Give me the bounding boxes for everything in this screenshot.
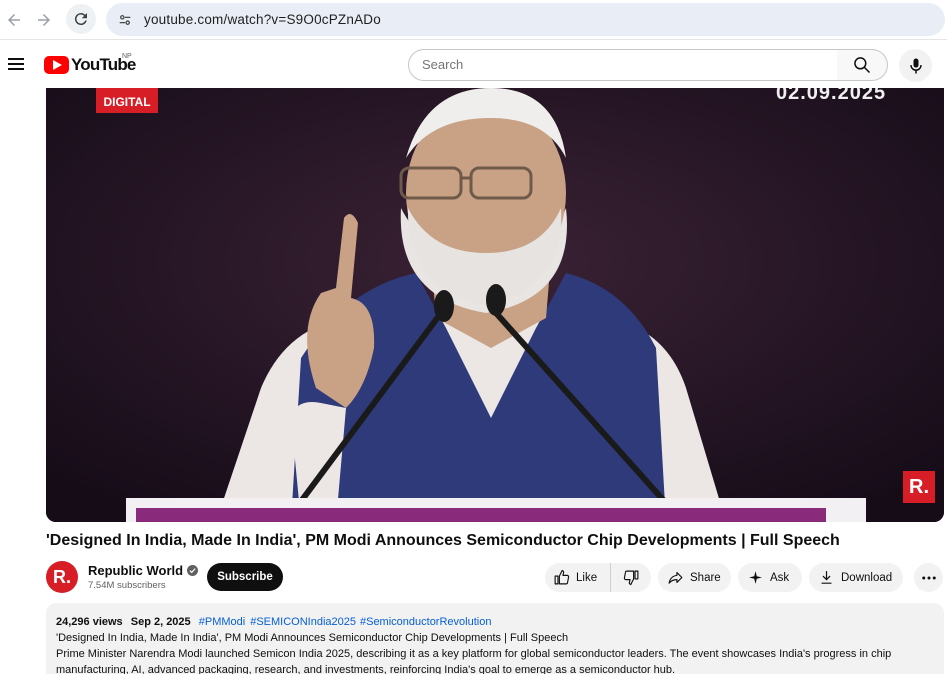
region-code: NP [122, 53, 132, 60]
search-box[interactable] [408, 49, 838, 81]
download-label: Download [841, 571, 893, 584]
hashtag-link[interactable]: #SEMICONIndia2025 [250, 616, 356, 628]
menu-button[interactable] [4, 52, 28, 76]
subscribe-button[interactable]: Subscribe [207, 563, 283, 591]
channel-avatar[interactable]: R. [46, 561, 78, 593]
verified-icon [187, 565, 199, 576]
ask-button[interactable]: Ask [738, 563, 802, 592]
back-button[interactable] [0, 7, 28, 33]
description-line-2: Prime Minister Narendra Modi launched Se… [56, 648, 892, 674]
search-icon [854, 57, 871, 74]
subscriber-count: 7.54M subscribers [88, 580, 166, 591]
like-button[interactable]: Like [545, 563, 611, 592]
upload-date: Sep 2, 2025 [130, 616, 191, 628]
sparkle-icon [749, 571, 762, 584]
browser-toolbar: youtube.com/watch?v=S9O0cPZnADo [0, 0, 947, 40]
youtube-masthead: YouTube NP [0, 40, 947, 88]
reload-button[interactable] [66, 4, 96, 34]
forward-button[interactable] [30, 7, 58, 33]
video-player[interactable]: DIGITAL 02.09.2025 R. [46, 88, 944, 522]
hashtag-link[interactable]: #SemiconductorRevolution [360, 616, 491, 628]
thumbs-up-icon [554, 569, 570, 585]
ask-label: Ask [770, 571, 790, 584]
view-count: 24,296 views [56, 616, 123, 628]
channel-bug-logo: DIGITAL [96, 88, 158, 113]
corner-watermark: R. [903, 471, 935, 503]
tune-icon[interactable] [114, 9, 136, 31]
share-button[interactable]: Share [658, 563, 731, 592]
channel-name-row[interactable]: Republic World [88, 563, 199, 578]
hashtag-link[interactable]: #PMModi [199, 616, 245, 628]
address-bar[interactable]: youtube.com/watch?v=S9O0cPZnADo [106, 3, 945, 36]
description-line-1: 'Designed In India, Made In India', PM M… [56, 632, 569, 644]
download-icon [821, 571, 832, 584]
voice-search-button[interactable] [899, 49, 932, 82]
hamburger-icon [8, 58, 24, 70]
search-input[interactable] [422, 57, 822, 72]
share-icon [668, 571, 683, 584]
mic-icon [909, 58, 922, 73]
search-button[interactable] [837, 49, 888, 81]
like-label: Like [576, 571, 598, 584]
url-text: youtube.com/watch?v=S9O0cPZnADo [144, 12, 381, 27]
more-icon [921, 576, 936, 579]
date-overlay: 02.09.2025 [776, 88, 887, 104]
video-frame [46, 88, 944, 522]
thumbs-down-icon [623, 570, 638, 586]
youtube-play-icon [44, 56, 69, 74]
video-title: 'Designed In India, Made In India', PM M… [46, 532, 840, 549]
download-button[interactable]: Download [809, 563, 903, 592]
arrow-left-icon [8, 14, 20, 26]
description-meta: 24,296 views Sep 2, 2025 #PMModi #SEMICON… [56, 614, 934, 630]
arrow-right-icon [38, 14, 50, 26]
channel-name[interactable]: Republic World [88, 563, 183, 578]
dislike-button[interactable] [611, 563, 651, 592]
share-label: Share [690, 571, 721, 584]
like-dislike-group: Like [545, 563, 651, 592]
description-box[interactable]: 24,296 views Sep 2, 2025 #PMModi #SEMICON… [46, 603, 944, 674]
reload-icon [74, 13, 87, 26]
more-actions-button[interactable] [914, 563, 943, 592]
